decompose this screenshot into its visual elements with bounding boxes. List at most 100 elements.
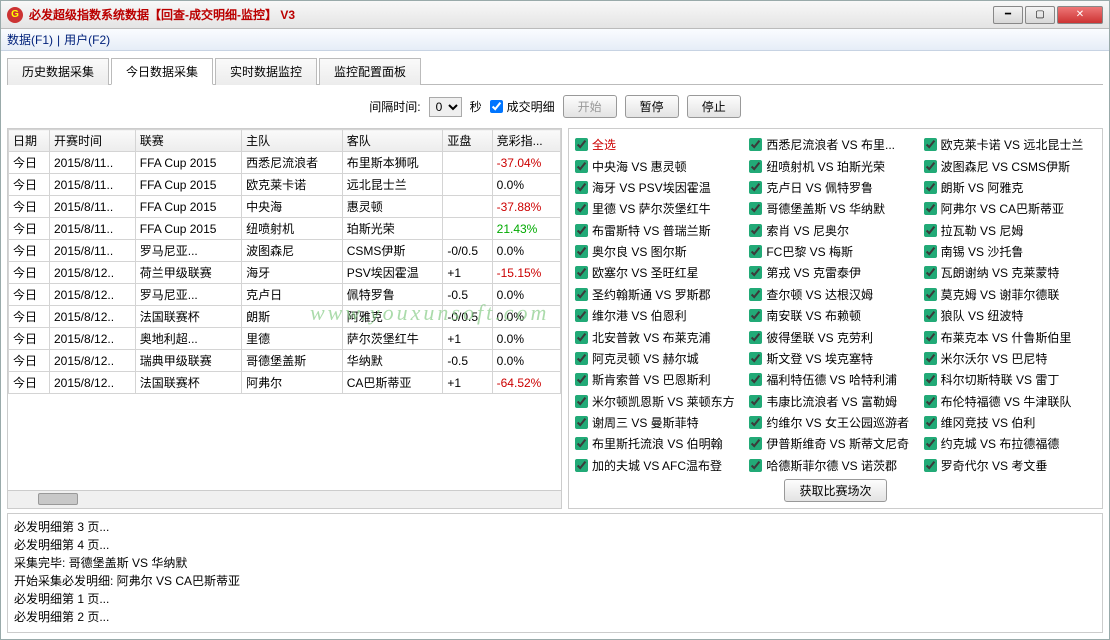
match-checkbox[interactable]: 哈德斯菲尔德 VS 诺茨郡 <box>749 456 921 475</box>
menu-sep: | <box>57 33 60 47</box>
table-row[interactable]: 今日2015/8/12..奥地利超...里德萨尔茨堡红牛+10.0% <box>9 328 561 350</box>
match-checkbox[interactable]: 斯肯索普 VS 巴恩斯利 <box>575 370 747 389</box>
match-checkbox[interactable]: 福利特伍德 VS 哈特利浦 <box>749 370 921 389</box>
table-row[interactable]: 今日2015/8/11..FFA Cup 2015西悉尼流浪者布里斯本狮吼-37… <box>9 152 561 174</box>
match-checkbox[interactable]: 里德 VS 萨尔茨堡红牛 <box>575 199 747 218</box>
start-button[interactable]: 开始 <box>563 95 617 118</box>
table-row[interactable]: 今日2015/8/12..法国联赛杯朗斯阿雅克-0/0.50.0% <box>9 306 561 328</box>
maximize-button[interactable]: ▢ <box>1025 6 1055 24</box>
column-header[interactable]: 开赛时间 <box>49 130 135 152</box>
tab-2[interactable]: 实时数据监控 <box>215 58 317 85</box>
match-checkbox[interactable]: 欧克莱卡诺 VS 远北昆士兰 <box>924 135 1096 154</box>
minimize-button[interactable]: ━ <box>993 6 1023 24</box>
match-checkbox[interactable]: 科尔切斯特联 VS 雷丁 <box>924 370 1096 389</box>
tab-1[interactable]: 今日数据采集 <box>111 58 213 85</box>
match-checkbox[interactable]: 布莱克本 VS 什鲁斯伯里 <box>924 327 1096 346</box>
data-grid[interactable]: 日期开赛时间联赛主队客队亚盘竞彩指...今日2015/8/11..FFA Cup… <box>8 129 561 490</box>
log-line: 必发明细第 1 页... <box>14 590 1096 608</box>
column-header[interactable]: 主队 <box>242 130 343 152</box>
table-row[interactable]: 今日2015/8/12..瑞典甲级联赛哥德堡盖斯华纳默-0.50.0% <box>9 350 561 372</box>
log-line: 采集完毕: 哥德堡盖斯 VS 华纳默 <box>14 554 1096 572</box>
match-checkbox[interactable]: 布里斯托流浪 VS 伯明翰 <box>575 434 747 453</box>
match-checkbox[interactable]: 纽喷射机 VS 珀斯光荣 <box>749 156 921 175</box>
stop-button[interactable]: 停止 <box>687 95 741 118</box>
pause-button[interactable]: 暂停 <box>625 95 679 118</box>
log-line: 开始采集必发明细: 阿弗尔 VS CA巴斯蒂亚 <box>14 572 1096 590</box>
match-checkbox[interactable]: 瓦朗谢纳 VS 克莱蒙特 <box>924 263 1096 282</box>
interval-unit: 秒 <box>470 98 482 115</box>
match-checkbox[interactable]: 中央海 VS 惠灵顿 <box>575 156 747 175</box>
column-header[interactable]: 亚盘 <box>443 130 492 152</box>
match-check-grid: 全选中央海 VS 惠灵顿海牙 VS PSV埃因霍温里德 VS 萨尔茨堡红牛布雷斯… <box>575 135 1096 475</box>
column-header[interactable]: 竞彩指... <box>492 130 560 152</box>
match-checkbox[interactable]: 米尔沃尔 VS 巴尼特 <box>924 349 1096 368</box>
match-checkbox[interactable]: 查尔顿 VS 达根汉姆 <box>749 285 921 304</box>
match-checkbox[interactable]: 加的夫城 VS AFC温布登 <box>575 456 747 475</box>
menu-data[interactable]: 数据(F1) <box>7 31 53 48</box>
match-checkbox[interactable]: 维冈竞技 VS 伯利 <box>924 413 1096 432</box>
table-row[interactable]: 今日2015/8/11..FFA Cup 2015欧克莱卡诺远北昆士兰0.0% <box>9 174 561 196</box>
match-checkbox[interactable]: 西悉尼流浪者 VS 布里... <box>749 135 921 154</box>
match-checkbox[interactable]: 奥尔良 VS 图尔斯 <box>575 242 747 261</box>
match-checkbox[interactable]: 北安普敦 VS 布莱克浦 <box>575 327 747 346</box>
table-row[interactable]: 今日2015/8/11..FFA Cup 2015纽喷射机珀斯光荣21.43% <box>9 218 561 240</box>
match-checkbox[interactable]: 斯文登 VS 埃克塞特 <box>749 349 921 368</box>
tab-3[interactable]: 监控配置面板 <box>319 58 421 85</box>
detail-checkbox[interactable] <box>490 100 503 113</box>
match-checkbox[interactable]: 南锡 VS 沙托鲁 <box>924 242 1096 261</box>
table-row[interactable]: 今日2015/8/12..法国联赛杯阿弗尔CA巴斯蒂亚+1-64.52% <box>9 372 561 394</box>
interval-select[interactable]: 0 <box>429 97 462 117</box>
match-checkbox[interactable]: 拉瓦勒 VS 尼姆 <box>924 221 1096 240</box>
match-checkbox[interactable]: 伊普斯维奇 VS 斯蒂文尼奇 <box>749 434 921 453</box>
match-checkbox[interactable]: 波图森尼 VS CSMS伊斯 <box>924 156 1096 175</box>
match-checkbox[interactable]: 海牙 VS PSV埃因霍温 <box>575 178 747 197</box>
table-row[interactable]: 今日2015/8/12..荷兰甲级联赛海牙PSV埃因霍温+1-15.15% <box>9 262 561 284</box>
match-checkbox[interactable]: 阿弗尔 VS CA巴斯蒂亚 <box>924 199 1096 218</box>
horizontal-scrollbar[interactable] <box>8 490 561 508</box>
match-checkbox[interactable]: 约维尔 VS 女王公园巡游者 <box>749 413 921 432</box>
window-title: 必发超级指数系统数据【回查-成交明细-监控】 V3 <box>29 6 991 23</box>
match-checkbox[interactable]: 欧塞尔 VS 圣旺红星 <box>575 263 747 282</box>
log-pane[interactable]: 必发明细第 3 页...必发明细第 4 页...采集完毕: 哥德堡盖斯 VS 华… <box>7 513 1103 633</box>
match-checkbox[interactable]: 韦康比流浪者 VS 富勒姆 <box>749 392 921 411</box>
menubar: 数据(F1) | 用户(F2) <box>1 29 1109 51</box>
tab-0[interactable]: 历史数据采集 <box>7 58 109 85</box>
toolbar: 间隔时间: 0 秒 成交明细 开始 暂停 停止 <box>7 89 1103 124</box>
titlebar: G 必发超级指数系统数据【回查-成交明细-监控】 V3 ━ ▢ ✕ <box>1 1 1109 29</box>
app-icon: G <box>7 7 23 23</box>
match-checkbox[interactable]: 米尔顿凯恩斯 VS 莱顿东方 <box>575 392 747 411</box>
log-line: 必发明细第 4 页... <box>14 536 1096 554</box>
match-checkbox[interactable]: FC巴黎 VS 梅斯 <box>749 242 921 261</box>
match-checkbox[interactable]: 约克城 VS 布拉德福德 <box>924 434 1096 453</box>
match-checkbox[interactable]: 谢周三 VS 曼斯菲特 <box>575 413 747 432</box>
select-all-checkbox[interactable]: 全选 <box>575 135 747 154</box>
match-checkbox[interactable]: 阿克灵顿 VS 赫尔城 <box>575 349 747 368</box>
content-area: 历史数据采集今日数据采集实时数据监控监控配置面板 间隔时间: 0 秒 成交明细 … <box>1 51 1109 639</box>
match-checkbox[interactable]: 维尔港 VS 伯恩利 <box>575 306 747 325</box>
table-row[interactable]: 今日2015/8/12..罗马尼亚...克卢日佩特罗鲁-0.50.0% <box>9 284 561 306</box>
match-checkbox[interactable]: 莫克姆 VS 谢菲尔德联 <box>924 285 1096 304</box>
menu-user[interactable]: 用户(F2) <box>64 31 110 48</box>
match-checkbox[interactable]: 布雷斯特 VS 普瑞兰斯 <box>575 221 747 240</box>
match-checkbox[interactable]: 朗斯 VS 阿雅克 <box>924 178 1096 197</box>
fetch-matches-button[interactable]: 获取比赛场次 <box>784 479 886 502</box>
match-checkbox[interactable]: 第戎 VS 克雷泰伊 <box>749 263 921 282</box>
column-header[interactable]: 联赛 <box>135 130 241 152</box>
detail-checkbox-wrap[interactable]: 成交明细 <box>490 98 555 115</box>
column-header[interactable]: 客队 <box>342 130 443 152</box>
window-buttons: ━ ▢ ✕ <box>991 6 1103 24</box>
table-row[interactable]: 今日2015/8/11..FFA Cup 2015中央海惠灵顿-37.88% <box>9 196 561 218</box>
match-checkbox[interactable]: 南安联 VS 布赖顿 <box>749 306 921 325</box>
match-checkbox[interactable]: 罗奇代尔 VS 考文垂 <box>924 456 1096 475</box>
match-checkbox[interactable]: 哥德堡盖斯 VS 华纳默 <box>749 199 921 218</box>
match-checkbox[interactable]: 克卢日 VS 佩特罗鲁 <box>749 178 921 197</box>
match-checkbox[interactable]: 狼队 VS 纽波特 <box>924 306 1096 325</box>
close-button[interactable]: ✕ <box>1057 6 1103 24</box>
match-checkbox[interactable]: 索肖 VS 尼奥尔 <box>749 221 921 240</box>
table-row[interactable]: 今日2015/8/11..罗马尼亚...波图森尼CSMS伊斯-0/0.50.0% <box>9 240 561 262</box>
match-checkbox[interactable]: 彼得堡联 VS 克劳利 <box>749 327 921 346</box>
match-checkbox[interactable]: 布伦特福德 VS 牛津联队 <box>924 392 1096 411</box>
match-checkbox[interactable]: 圣约翰斯通 VS 罗斯郡 <box>575 285 747 304</box>
column-header[interactable]: 日期 <box>9 130 50 152</box>
grid-pane: 日期开赛时间联赛主队客队亚盘竞彩指...今日2015/8/11..FFA Cup… <box>7 128 562 509</box>
